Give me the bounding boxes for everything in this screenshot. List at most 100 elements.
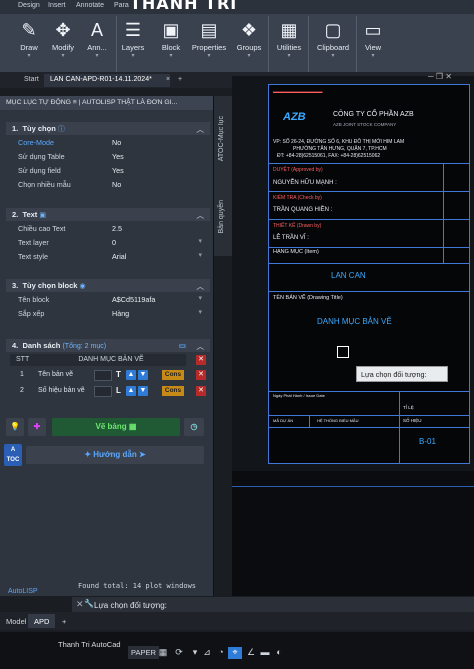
row-code-input[interactable]	[94, 386, 112, 397]
section-list-header[interactable]: 4. Danh sách (Tổng: 2 mục) ▭ ︿	[6, 339, 210, 352]
cons-button[interactable]: Cons	[162, 386, 184, 396]
text-icon: ▣	[39, 212, 47, 219]
otrack-icon[interactable]: ∠	[244, 647, 258, 659]
model-line	[232, 486, 474, 487]
ribbon-tab-annotate[interactable]: Annotate	[76, 2, 104, 9]
utilities-button[interactable]: ▦ Utilities ▾	[270, 16, 308, 70]
prop-row-text-height[interactable]: Chiều cao Text 2.5	[10, 223, 208, 235]
snap-icon[interactable]: ⟳	[172, 647, 186, 659]
new-tab-button[interactable]: +	[172, 74, 188, 87]
prop-row-use-field[interactable]: Sử dụng field Yes	[10, 165, 208, 177]
tab-atoc[interactable]: ATOC-Mục lục	[218, 116, 225, 161]
chevron-down-icon[interactable]: ▾	[198, 308, 202, 316]
grid-icon[interactable]: ▦	[156, 647, 170, 659]
wrench-icon[interactable]: 🔧	[84, 599, 94, 608]
guide-button[interactable]: ✦ Hướng dẫn ➤	[26, 446, 204, 464]
company-address: VP: SỐ 26-24, ĐƯỜNG SỐ 6, KHU ĐÔ THỊ MỚI…	[273, 139, 405, 145]
transparency-icon[interactable]: ◐	[272, 647, 286, 659]
pick-cursor	[337, 346, 349, 358]
lineweight-icon[interactable]: ▬	[258, 647, 272, 659]
ribbon-tab-para[interactable]: Para	[114, 2, 129, 9]
folder-icon[interactable]: ▭	[179, 341, 186, 350]
osnap-icon[interactable]: ⌖	[228, 647, 242, 659]
prop-row-multi-template[interactable]: Chọn nhiều mẫu No	[10, 179, 208, 191]
table-icon: ▦	[128, 422, 137, 431]
tab-start[interactable]: Start	[18, 74, 45, 87]
groups-button[interactable]: ❖ Groups ▾	[230, 16, 268, 70]
window-controls[interactable]: ─ ❐ ✕	[428, 72, 452, 81]
draw-button[interactable]: ✎ Draw ▾	[10, 16, 48, 70]
prop-row-block-name[interactable]: Tên block A$Cd5119afa ▾	[10, 294, 208, 306]
table-row[interactable]: 1 Tên bản vẽ T ▲ ▼ Cons ✕	[10, 369, 208, 383]
delete-all-icon[interactable]: ✕	[196, 355, 206, 365]
section-text-header[interactable]: 2. Text ▣ ︿	[6, 208, 210, 221]
table-row[interactable]: 2 Số hiệu bản vẽ L ▲ ▼ Cons ✕	[10, 385, 208, 399]
section-block-header[interactable]: 3. Tùy chọn block ◉ ︿	[6, 279, 210, 292]
chevron-down-icon: ▾	[27, 53, 31, 59]
close-icon[interactable]: ✕	[76, 599, 84, 610]
add-layout-button[interactable]: +	[56, 614, 72, 628]
ribbon-tab-design[interactable]: Design	[18, 2, 40, 9]
prop-row-use-table[interactable]: Sử dụng Table Yes	[10, 151, 208, 163]
ortho-icon[interactable]: ⊿	[200, 647, 214, 659]
ribbon-tab-insert[interactable]: Insert	[48, 2, 66, 9]
cons-button[interactable]: Cons	[162, 370, 184, 380]
prop-row-core-mode[interactable]: Core-Mode No	[10, 137, 208, 149]
arrow-down-icon[interactable]: ▼	[138, 386, 148, 396]
draw-table-button[interactable]: Vẽ bảng ▦	[52, 418, 180, 436]
chevron-down-icon[interactable]: ▾	[198, 237, 202, 245]
chevron-down-icon[interactable]: ▾	[198, 294, 202, 302]
refresh-icon[interactable]: ◷	[184, 418, 204, 436]
modify-button[interactable]: ✥ Modify ▾	[44, 16, 82, 70]
command-input[interactable]	[94, 599, 394, 611]
polar-icon[interactable]: ◔	[214, 647, 228, 659]
tab-active-drawing[interactable]: LAN CAN-APD-R01-14.11.2024*	[44, 74, 170, 87]
chevron-down-icon: ▾	[131, 53, 135, 59]
paper-toggle[interactable]: PAPER	[128, 646, 159, 659]
sheet-line	[269, 415, 469, 416]
properties-button[interactable]: ▤ Properties ▾	[190, 16, 228, 70]
arrow-up-icon[interactable]: ▲	[126, 370, 136, 380]
approved-name: NGUYỄN HỮU MẠNH :	[273, 180, 337, 186]
pencil-icon: ✎	[21, 20, 37, 40]
tab-apd[interactable]: APD	[28, 614, 56, 628]
sheet-line	[269, 263, 469, 264]
prop-row-text-style[interactable]: Text style Arial ▾	[10, 251, 208, 263]
move-icon: ✥	[55, 20, 71, 40]
row-code-input[interactable]	[94, 370, 112, 381]
issue-date-label: Ngày Phát Hành / Issue Date	[273, 393, 325, 398]
clipboard-button[interactable]: ▢ Clipboard ▾	[310, 16, 356, 70]
lightbulb-icon[interactable]: 💡	[6, 418, 24, 436]
annotation-button[interactable]: A Ann... ▾	[78, 16, 116, 70]
layers-button[interactable]: ☰ Layers ▾	[114, 16, 152, 70]
autolisp-tab[interactable]: AutoLISP	[0, 588, 72, 600]
tab-copyright[interactable]: Bản quyền	[218, 200, 225, 233]
chevron-down-icon: ▾	[287, 53, 291, 59]
layers-icon: ☰	[124, 20, 142, 40]
sheet-line	[269, 291, 469, 292]
palette-side-tabs: ATOC-Mục lục Bản quyền	[214, 96, 232, 256]
chevron-down-icon: ▾	[371, 53, 375, 59]
command-line[interactable]: ✕ 🔧	[72, 597, 474, 613]
sheet-line	[269, 427, 469, 428]
add-icon[interactable]: ✚	[28, 418, 46, 436]
item-label: HẠNG MỤC (Item)	[273, 249, 319, 255]
drawing-canvas[interactable]: ─ ❐ ✕ ▬▬▬▬▬▬▬▬▬▬▬ AZB CÔNG TY CỔ PHẦN AZ…	[232, 72, 474, 596]
toc-icon[interactable]: A TOC	[4, 444, 22, 466]
block-button[interactable]: ▣ Block ▾	[152, 16, 190, 70]
column-header-name: DANH MỤC BẢN VẼ	[36, 354, 186, 366]
chevron-down-icon: ▾	[169, 53, 173, 59]
title-block-sheet: ▬▬▬▬▬▬▬▬▬▬▬ AZB CÔNG TY CỔ PHẦN AZB AZB …	[268, 84, 470, 464]
arrow-down-icon[interactable]: ▼	[138, 370, 148, 380]
prop-row-arrange[interactable]: Sắp xếp Hàng ▾	[10, 308, 208, 320]
prop-row-text-layer[interactable]: Text layer 0 ▾	[10, 237, 208, 249]
delete-row-icon[interactable]: ✕	[196, 370, 206, 380]
delete-row-icon[interactable]: ✕	[196, 386, 206, 396]
chevron-down-icon[interactable]: ▾	[198, 251, 202, 259]
arrow-up-icon[interactable]: ▲	[126, 386, 136, 396]
view-button[interactable]: ▭ View ▾	[354, 16, 392, 70]
sheet-line	[443, 163, 444, 263]
sheet-line	[269, 247, 469, 248]
wand-icon: ✦	[84, 450, 92, 459]
section-options-header[interactable]: 1. Tùy chọn ⓘ ︿	[6, 122, 210, 135]
